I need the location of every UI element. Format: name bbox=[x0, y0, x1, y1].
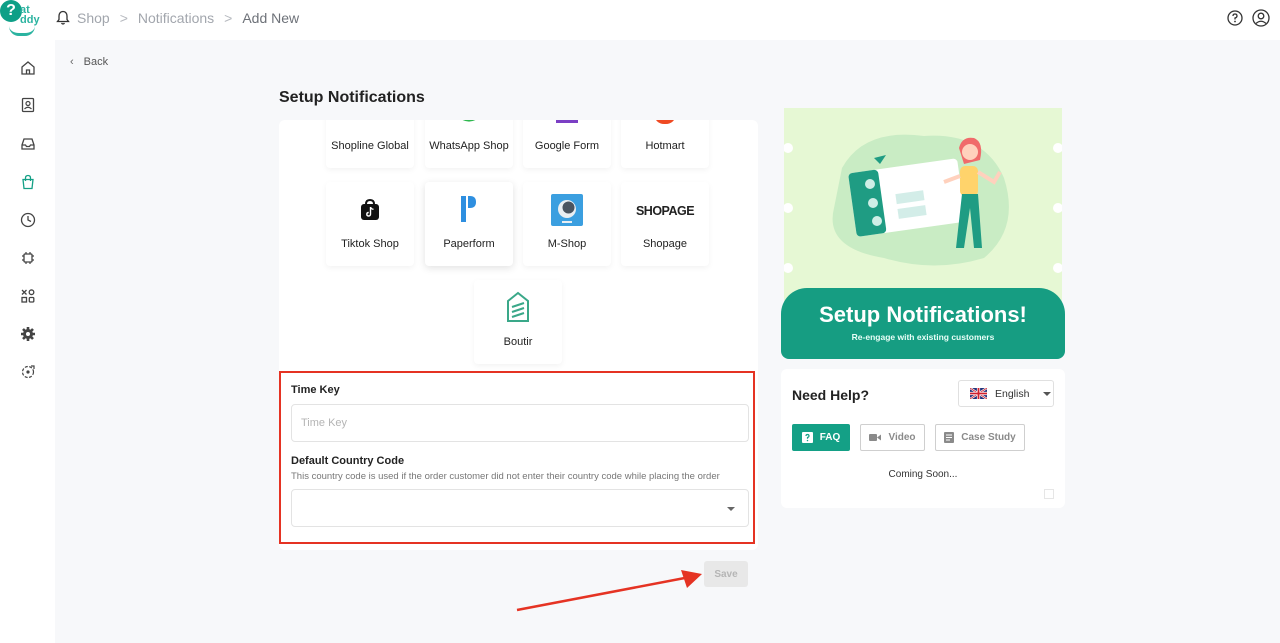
uk-flag-icon bbox=[970, 388, 987, 399]
help-card: Need Help? English FAQ Video Case Study … bbox=[781, 369, 1065, 508]
home-icon[interactable] bbox=[20, 60, 36, 76]
contacts-icon[interactable] bbox=[20, 97, 36, 113]
promo-title: Setup Notifications! bbox=[819, 302, 1027, 327]
analytics-icon[interactable] bbox=[20, 364, 36, 380]
integration-tile-whatsapp-shop[interactable]: WhatsApp Shop bbox=[425, 120, 513, 168]
integration-label: Boutir bbox=[503, 336, 533, 348]
logo-smile bbox=[9, 26, 35, 36]
inbox-icon[interactable] bbox=[20, 136, 36, 152]
integration-tile-shopage[interactable]: SHOPAGE Shopage bbox=[621, 182, 709, 266]
chevron-left-icon: ‹ bbox=[70, 56, 74, 68]
video-button[interactable]: Video bbox=[860, 424, 925, 451]
promo-illustration bbox=[783, 108, 1063, 308]
annotation-arrow bbox=[516, 570, 702, 612]
dropdown-arrow-icon bbox=[727, 507, 735, 511]
m-shop-icon bbox=[551, 194, 583, 226]
promo-subtitle: Re-engage with existing customers bbox=[851, 332, 995, 342]
google-form-icon bbox=[556, 120, 578, 123]
user-account-icon[interactable] bbox=[1252, 9, 1270, 27]
back-label: Back bbox=[83, 56, 109, 68]
breadcrumb-separator: > bbox=[224, 10, 233, 26]
integration-tile-google-form[interactable]: Google Form bbox=[523, 120, 611, 168]
apps-icon[interactable] bbox=[20, 288, 36, 304]
case-study-label: Case Study bbox=[961, 432, 1016, 443]
shopage-logo: SHOPAGE bbox=[635, 204, 695, 218]
notification-settings-form: Time Key Default Country Code This count… bbox=[279, 371, 755, 544]
integration-tile-hotmart[interactable]: Hotmart bbox=[621, 120, 709, 168]
hotmart-icon bbox=[654, 120, 676, 124]
logo-question-mark: ? bbox=[0, 0, 22, 22]
brand-logo[interactable]: ? at ddy bbox=[0, 0, 50, 40]
language-label: English bbox=[995, 387, 1030, 400]
language-select[interactable]: English bbox=[958, 380, 1054, 407]
sidebar bbox=[0, 40, 55, 643]
video-label: Video bbox=[888, 432, 916, 443]
promo-background bbox=[783, 108, 1063, 308]
integration-tile-boutir[interactable]: Boutir bbox=[474, 280, 562, 364]
integration-tile-m-shop[interactable]: M-Shop bbox=[523, 182, 611, 266]
whatsapp-icon bbox=[462, 120, 476, 122]
integration-label: WhatsApp Shop bbox=[429, 140, 509, 152]
help-title: Need Help? bbox=[792, 387, 870, 403]
country-code-label: Default Country Code bbox=[291, 455, 405, 467]
breadcrumb-notifications[interactable]: Notifications bbox=[138, 10, 214, 26]
help-circle-icon[interactable] bbox=[1226, 9, 1244, 27]
integration-tile-paperform[interactable]: Paperform bbox=[425, 182, 513, 266]
faq-label: FAQ bbox=[819, 432, 841, 443]
faq-icon bbox=[801, 432, 813, 443]
page-title: Setup Notifications bbox=[279, 89, 425, 106]
time-key-input[interactable] bbox=[291, 404, 749, 442]
integration-label: Tiktok Shop bbox=[341, 238, 399, 250]
country-code-select[interactable] bbox=[291, 489, 749, 527]
integration-label: M-Shop bbox=[547, 238, 587, 250]
video-icon bbox=[869, 434, 882, 441]
integration-label: Google Form bbox=[534, 140, 600, 152]
bell-icon[interactable] bbox=[56, 10, 70, 26]
integration-label: Hotmart bbox=[645, 140, 685, 152]
breadcrumb-separator: > bbox=[119, 10, 128, 26]
coming-soon-text: Coming Soon... bbox=[888, 469, 958, 480]
boutir-icon bbox=[507, 291, 529, 322]
breadcrumb-current: Add New bbox=[242, 10, 300, 26]
integration-tile-tiktok-shop[interactable]: Tiktok Shop bbox=[326, 182, 414, 266]
chevron-down-icon bbox=[1043, 391, 1052, 396]
breadcrumb: Shop > Notifications > Add New bbox=[77, 10, 299, 26]
tiktok-shop-icon bbox=[361, 199, 379, 220]
breadcrumb-shop[interactable]: Shop bbox=[77, 10, 110, 26]
back-link[interactable]: ‹ Back bbox=[70, 56, 108, 68]
shopping-bag-icon[interactable] bbox=[20, 174, 36, 190]
time-key-label: Time Key bbox=[291, 384, 340, 396]
integration-label: Shopage bbox=[642, 238, 688, 250]
faq-button[interactable]: FAQ bbox=[792, 424, 850, 451]
paperform-icon bbox=[461, 196, 476, 222]
document-icon bbox=[944, 432, 955, 443]
promo-banner: Setup Notifications! Re-engage with exis… bbox=[781, 288, 1065, 359]
settings-gear-icon[interactable] bbox=[20, 326, 36, 342]
top-bar: ? at ddy Shop > Notifications > Add New bbox=[0, 0, 1280, 40]
checkbox[interactable] bbox=[1044, 489, 1054, 499]
integration-label: Paperform bbox=[443, 238, 495, 250]
save-button[interactable]: Save bbox=[704, 561, 748, 587]
integration-label: Shopline Global bbox=[331, 140, 409, 152]
integration-tile-shopline-global[interactable]: Shopline Global bbox=[326, 120, 414, 168]
logo-text: at ddy bbox=[20, 4, 40, 26]
clock-icon[interactable] bbox=[20, 212, 36, 228]
case-study-button[interactable]: Case Study bbox=[935, 424, 1025, 451]
promo-panel: Setup Notifications! Re-engage with exis… bbox=[781, 108, 1065, 359]
country-code-help: This country code is used if the order c… bbox=[291, 471, 720, 482]
chip-icon[interactable] bbox=[20, 250, 36, 266]
